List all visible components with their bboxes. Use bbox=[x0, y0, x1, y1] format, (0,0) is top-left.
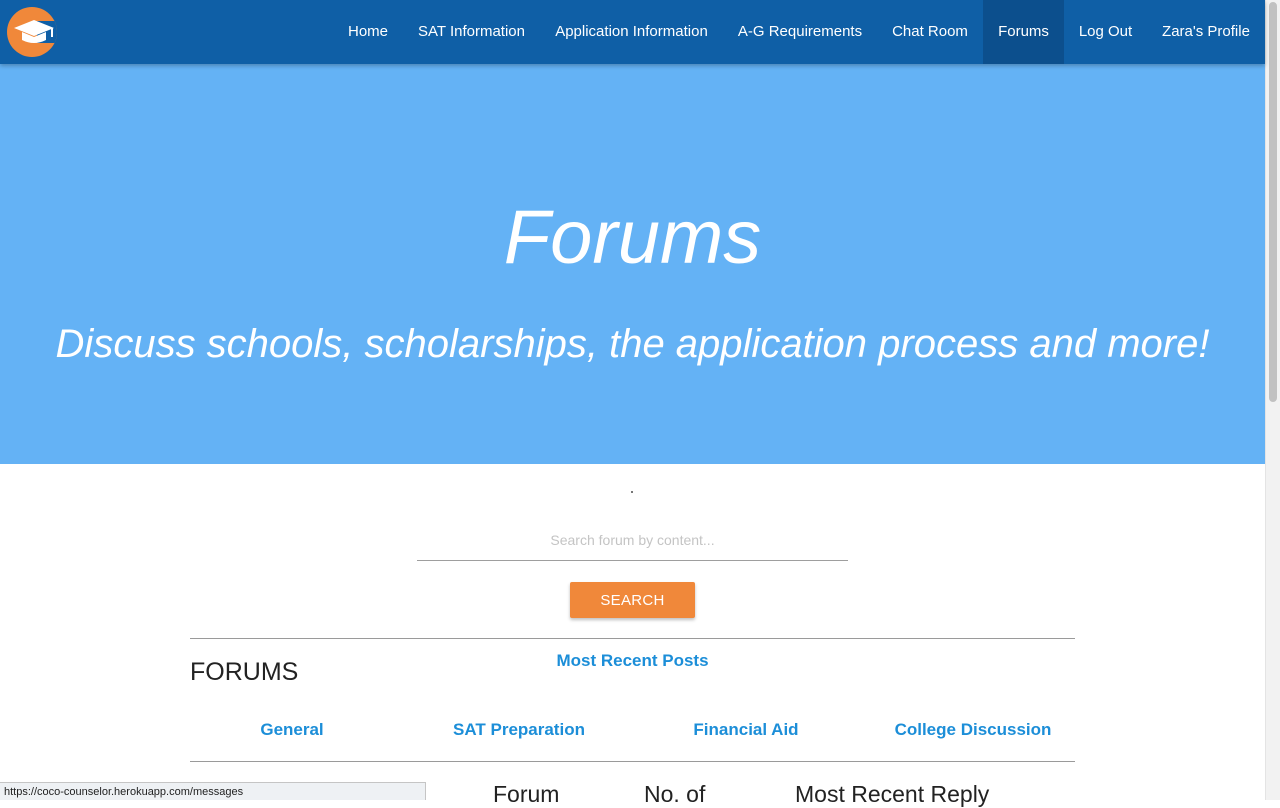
divider-dot bbox=[631, 491, 633, 493]
category-general-link[interactable]: General bbox=[192, 720, 392, 740]
hero-title: Forums bbox=[503, 195, 762, 280]
nav-chat-room[interactable]: Chat Room bbox=[877, 0, 983, 64]
navbar: Home SAT Information Application Informa… bbox=[0, 0, 1265, 64]
forums-heading: FORUMS bbox=[190, 658, 299, 686]
hero-subtitle: Discuss schools, scholarships, the appli… bbox=[55, 322, 1210, 366]
table-header-recent-reply: Most Recent Reply bbox=[795, 781, 990, 807]
nav-home[interactable]: Home bbox=[333, 0, 403, 64]
table-header-forum: Forum bbox=[493, 781, 560, 807]
search-input[interactable] bbox=[417, 520, 848, 561]
search-button[interactable]: SEARCH bbox=[570, 582, 695, 618]
nav-a-g-requirements[interactable]: A-G Requirements bbox=[723, 0, 877, 64]
nav-log-out[interactable]: Log Out bbox=[1064, 0, 1147, 64]
table-header-count: No. of bbox=[644, 781, 706, 807]
nav-forums[interactable]: Forums bbox=[983, 0, 1064, 64]
category-financial-aid-link[interactable]: Financial Aid bbox=[646, 720, 846, 740]
nav-sat-information[interactable]: SAT Information bbox=[403, 0, 540, 64]
status-bar-url: https://coco-counselor.herokuapp.com/mes… bbox=[0, 782, 426, 800]
page-scrollbar[interactable] bbox=[1265, 0, 1280, 800]
nav-application-information[interactable]: Application Information bbox=[540, 0, 723, 64]
hero-banner: Forums Discuss schools, scholarships, th… bbox=[0, 64, 1265, 464]
scrollbar-thumb[interactable] bbox=[1269, 2, 1277, 402]
logo-graduation-cap-icon[interactable] bbox=[7, 7, 57, 57]
divider-top bbox=[190, 638, 1075, 639]
category-sat-preparation-link[interactable]: SAT Preparation bbox=[419, 720, 619, 740]
most-recent-posts-link[interactable]: Most Recent Posts bbox=[500, 651, 765, 671]
category-college-discussion-link[interactable]: College Discussion bbox=[873, 720, 1073, 740]
divider-bottom bbox=[190, 761, 1075, 762]
nav-profile[interactable]: Zara's Profile bbox=[1147, 0, 1265, 64]
